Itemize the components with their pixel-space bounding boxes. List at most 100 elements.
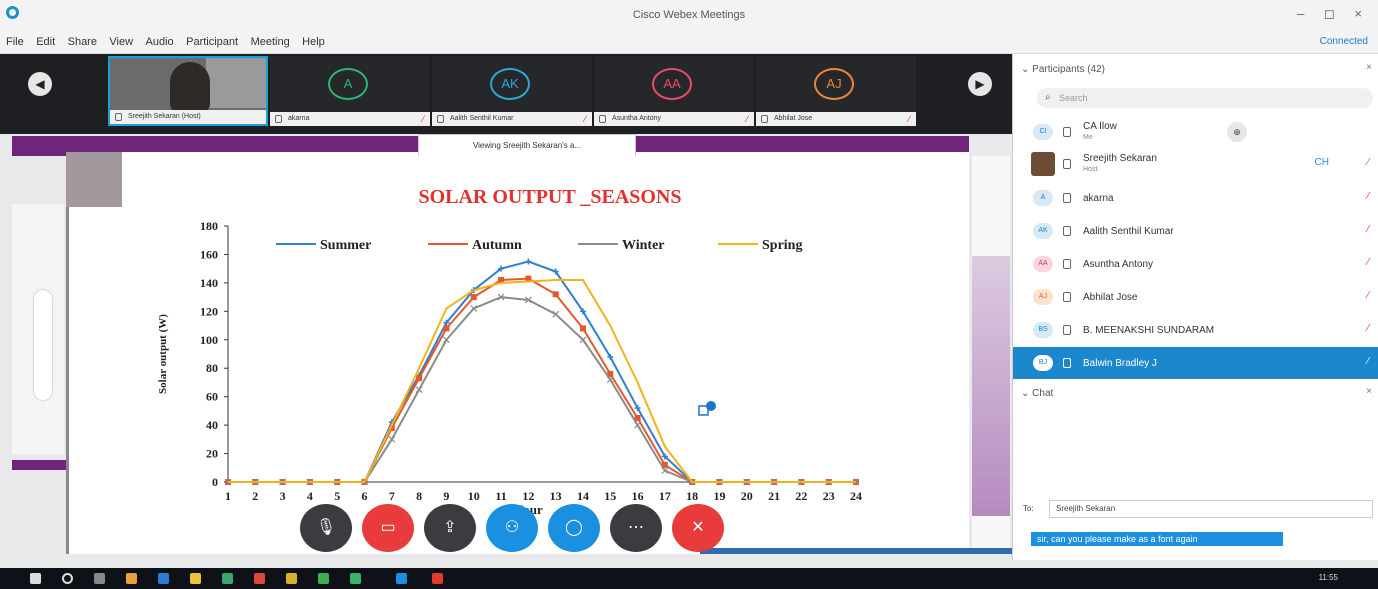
y-tick-label: 60 (206, 390, 218, 404)
stop-video-button[interactable]: ▭ (362, 504, 414, 552)
start-icon[interactable] (30, 573, 41, 584)
mic-icon (437, 115, 444, 123)
close-icon[interactable]: × (1366, 386, 1372, 397)
app-icon[interactable] (222, 573, 233, 584)
more-button[interactable]: ⋯ (610, 504, 662, 552)
data-point (552, 291, 559, 298)
avatar: AA (1033, 256, 1053, 272)
participants-header[interactable]: ⌄ Participants (42) (1021, 64, 1105, 75)
strip-next-icon[interactable]: ▶ (968, 72, 992, 96)
taskbar: 11:55 (0, 568, 1378, 589)
search-icon[interactable] (62, 573, 73, 584)
host-badge: CH (1314, 157, 1329, 168)
series-line (228, 279, 856, 483)
menu-edit[interactable]: Edit (36, 30, 55, 54)
avatar (1031, 152, 1055, 176)
app-icon[interactable] (350, 573, 361, 584)
participant-name: CA Ilow (1083, 121, 1117, 132)
mic-icon: 🎙︎ (315, 519, 337, 536)
participant-row[interactable]: AK Aalith Senthil Kumar ⁄ (1013, 215, 1378, 247)
chat-recipient-select[interactable]: Sreejith Sekaran (1049, 500, 1373, 518)
menu-meeting[interactable]: Meeting (251, 30, 290, 54)
app-icon[interactable] (286, 573, 297, 584)
x-tick-label: 16 (632, 489, 644, 503)
muted-icon: ⁄ (1367, 356, 1369, 367)
x-tick-label: 18 (686, 489, 698, 503)
y-tick-label: 100 (200, 333, 218, 347)
app-icon[interactable] (126, 573, 137, 584)
participant-row[interactable]: BS B. MEENAKSHI SUNDARAM ⁄ (1013, 314, 1378, 346)
viewing-tab[interactable]: Viewing Sreejith Sekaran's a... (418, 134, 636, 156)
menu-share[interactable]: Share (68, 30, 97, 54)
zoom-controls[interactable] (34, 290, 52, 400)
participant-row[interactable]: Sreejith Sekaran Host CH ⁄ (1013, 148, 1378, 180)
shared-screen: Viewing Sreejith Sekaran's a... SOLAR OU… (0, 134, 1012, 560)
app-icon[interactable] (432, 573, 443, 584)
close-icon[interactable]: × (1366, 62, 1372, 73)
participant-row[interactable]: A akarna ⁄ (1013, 182, 1378, 214)
mic-icon (275, 115, 282, 123)
x-tick-label: 8 (416, 489, 422, 503)
data-point (606, 376, 614, 384)
participant-row[interactable]: CI CA Ilow Me ⊕ (1013, 116, 1378, 148)
menu-file[interactable]: File (6, 30, 24, 54)
participant-search-input[interactable]: ⌕ Search (1037, 88, 1373, 108)
participant-row[interactable]: AJ Abhilat Jose ⁄ (1013, 281, 1378, 313)
mute-button[interactable]: 🎙︎ (300, 504, 352, 552)
video-on-icon: ⁄ (1367, 157, 1369, 168)
tile-name: akarna (288, 115, 310, 122)
chat-header[interactable]: ⌄ Chat (1021, 388, 1053, 399)
participant-name: Abhilat Jose (1083, 292, 1138, 303)
participant-name: Asuntha Antony (1083, 259, 1154, 270)
webex-icon[interactable] (396, 573, 407, 584)
video-tile[interactable]: AA Asuntha Antony ⁄ (594, 56, 754, 126)
video-tile-host[interactable]: Sreejith Sekaran (Host) (108, 56, 268, 126)
x-tick-label: 14 (577, 489, 589, 503)
window-controls[interactable]: – ◻ × (1297, 6, 1370, 22)
menu-participant[interactable]: Participant (186, 30, 238, 54)
close-icon: ✕ (691, 519, 705, 536)
menu-audio[interactable]: Audio (146, 30, 174, 54)
participants-button[interactable]: ⚇ (486, 504, 538, 552)
video-tile[interactable]: AJ Abhilat Jose ⁄ (756, 56, 916, 126)
mic-icon (1063, 226, 1071, 236)
participant-row[interactable]: AA Asuntha Antony ⁄ (1013, 248, 1378, 280)
participant-row-selected[interactable]: BJ Balwin Bradley J ⁄ (1013, 347, 1378, 379)
data-point (443, 336, 450, 344)
menu-view[interactable]: View (109, 30, 133, 54)
y-tick-label: 180 (200, 219, 218, 233)
x-tick-label: 17 (659, 489, 671, 503)
leave-button[interactable]: ✕ (672, 504, 724, 552)
chat-message-input[interactable]: sir, can you please make as a font again (1031, 532, 1283, 546)
window-title: Cisco Webex Meetings (632, 9, 746, 21)
task-view-icon[interactable] (94, 573, 105, 584)
strip-prev-icon[interactable]: ◀ (28, 72, 52, 96)
x-tick-label: 20 (741, 489, 753, 503)
chat-button[interactable]: ◯ (548, 504, 600, 552)
chrome-icon[interactable] (254, 573, 265, 584)
slide-right-band (972, 256, 1010, 516)
mic-icon (1063, 358, 1071, 368)
avatar: AJ (1033, 289, 1053, 305)
menu-help[interactable]: Help (302, 30, 325, 54)
slide-left-rail (12, 204, 64, 454)
video-background (206, 58, 266, 108)
camera-icon: ▭ (380, 519, 396, 536)
folder-icon[interactable] (190, 573, 201, 584)
data-point (443, 325, 450, 332)
x-tick-label: 1 (225, 489, 231, 503)
data-point (415, 386, 423, 393)
participant-name: B. MEENAKSHI SUNDARAM (1083, 325, 1215, 336)
share-button[interactable]: ⇪ (424, 504, 476, 552)
participant-name: akarna (1083, 193, 1114, 204)
video-tile[interactable]: AK Aalith Senthil Kumar ⁄ (432, 56, 592, 126)
mic-icon (761, 115, 768, 123)
connection-status[interactable]: Connected (1320, 36, 1368, 47)
app-icon[interactable] (318, 573, 329, 584)
slide-corner-block (66, 152, 122, 207)
app-icon[interactable] (158, 573, 169, 584)
video-tile[interactable]: A akarna ⁄ (270, 56, 430, 126)
x-tick-label: 13 (550, 489, 562, 503)
search-placeholder: Search (1059, 93, 1088, 103)
tile-name-bar: Sreejith Sekaran (Host) (110, 110, 266, 124)
